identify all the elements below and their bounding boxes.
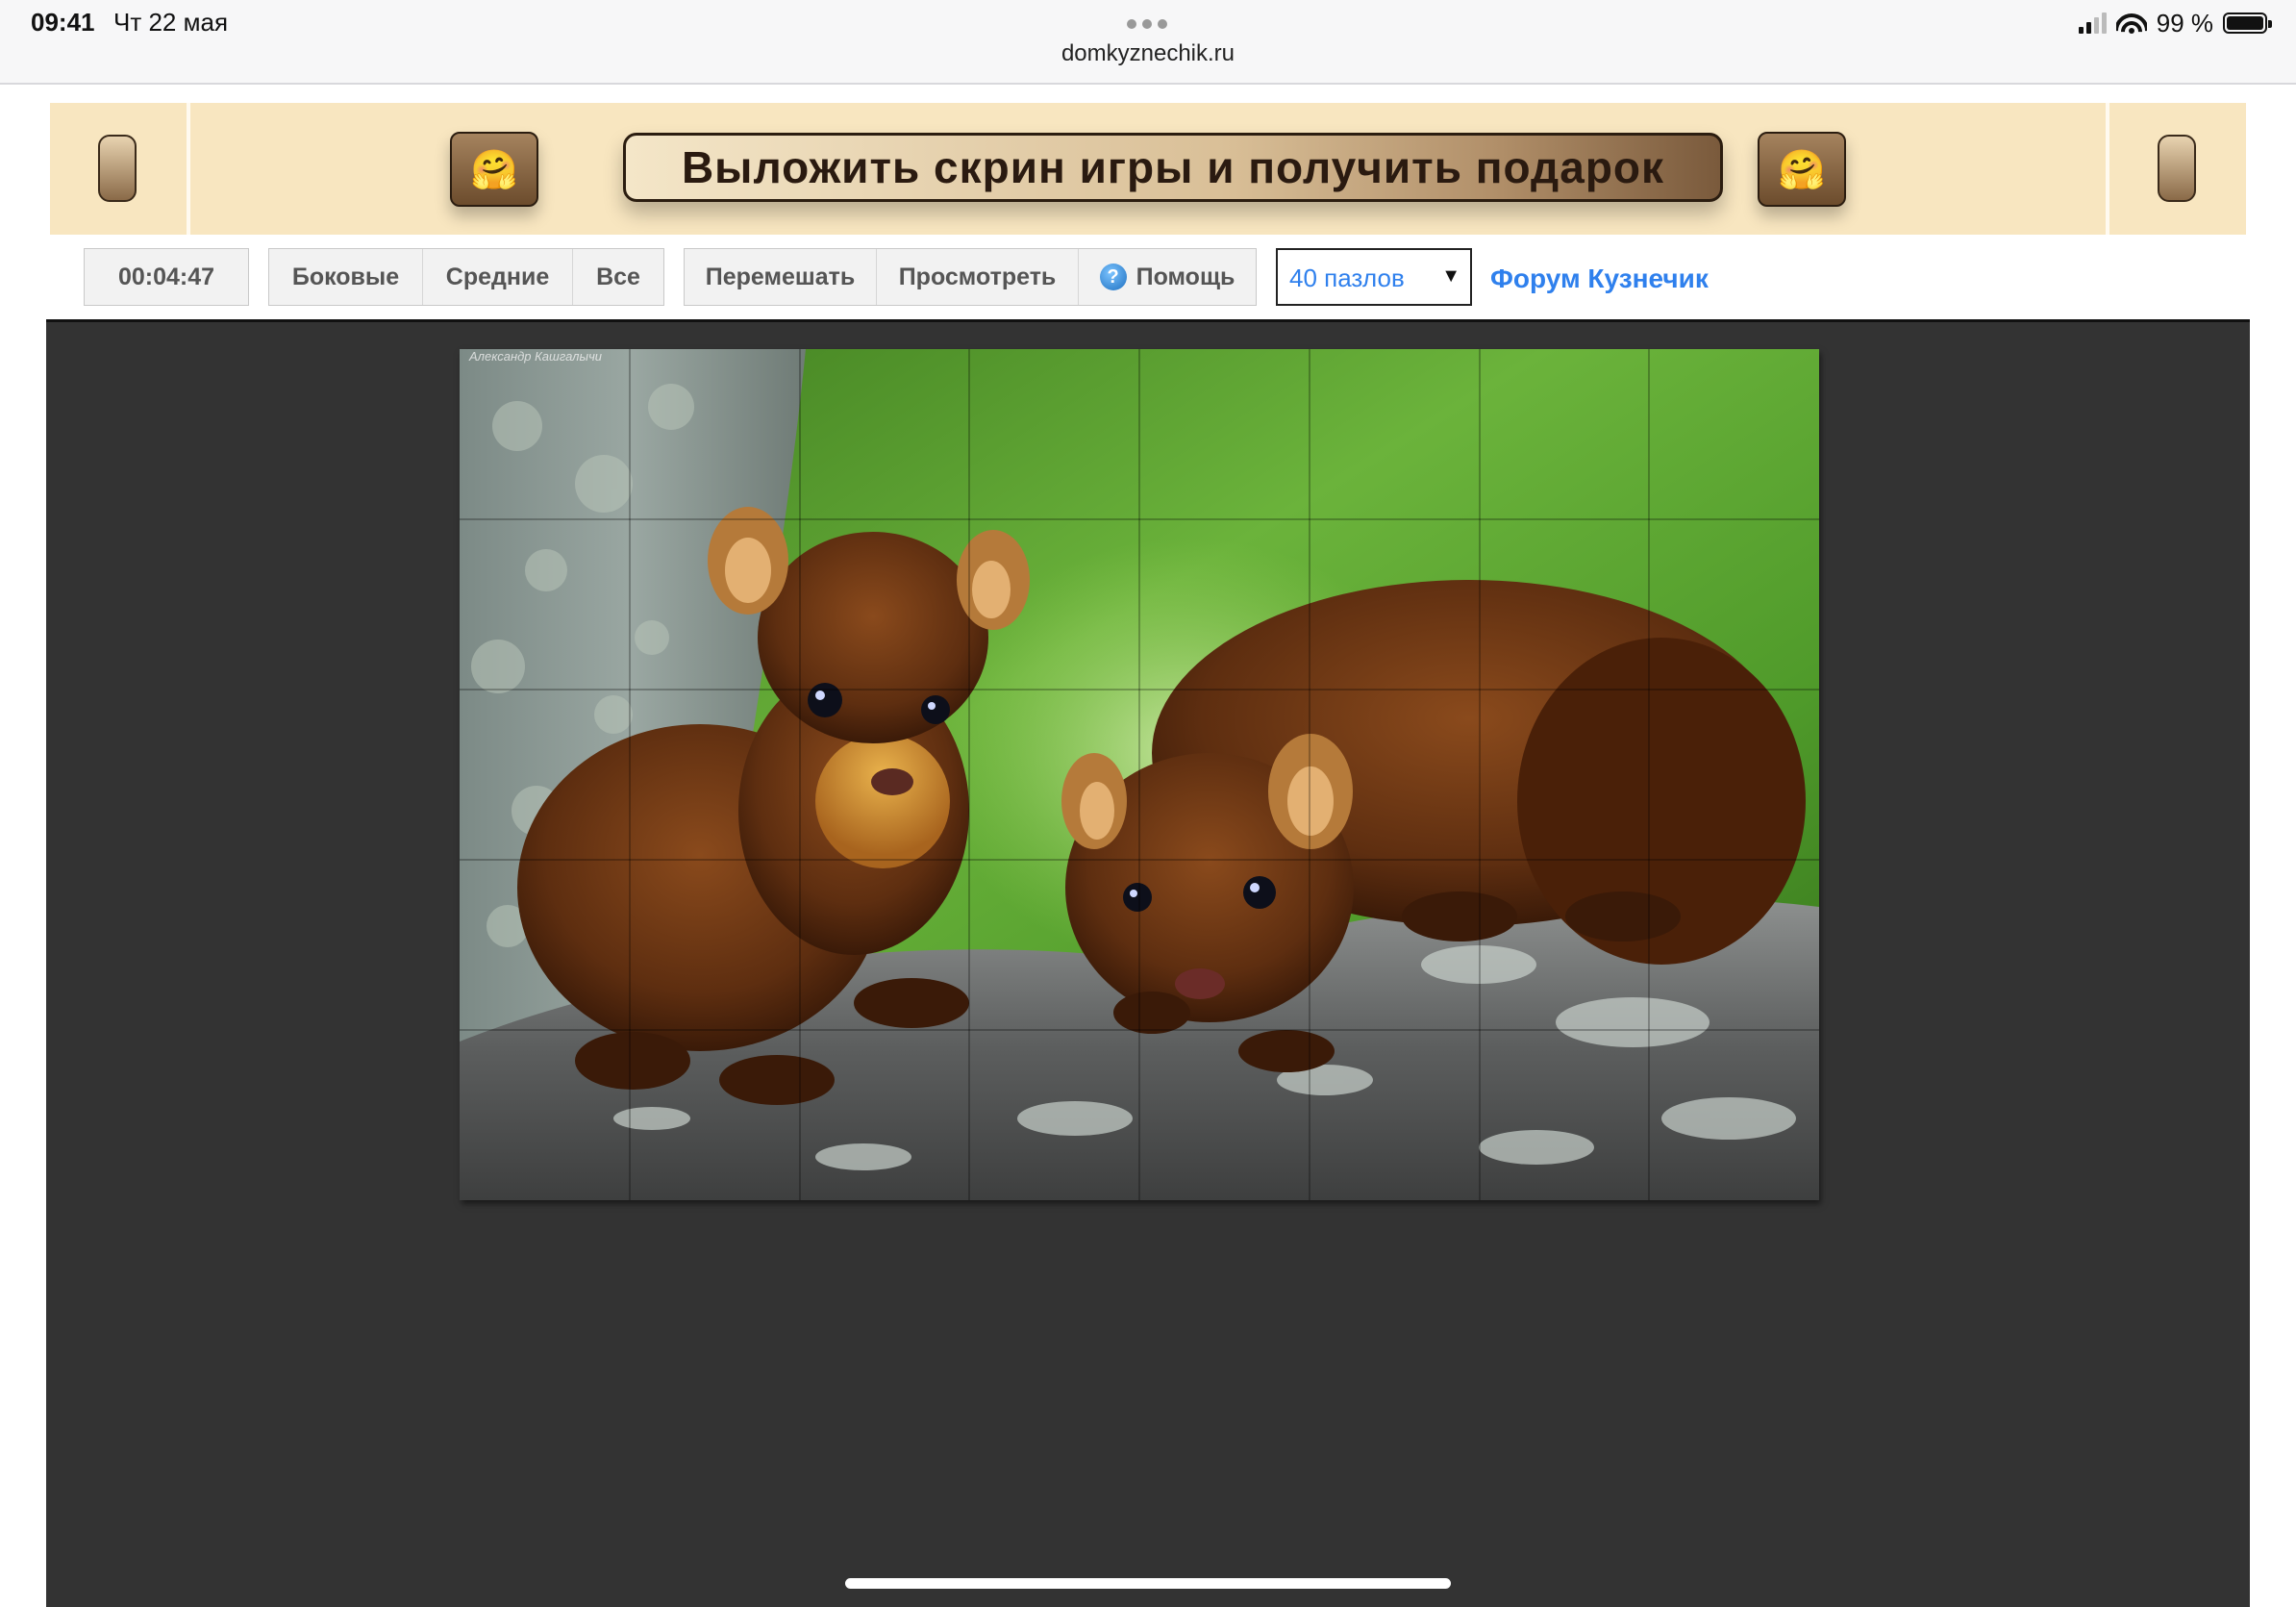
- status-date: Чт 22 мая: [113, 8, 229, 37]
- status-bar: 09:41 Чт 22 мая domkyznechik.ru 99 %: [0, 0, 2296, 85]
- banner-right-handle[interactable]: [2158, 135, 2196, 202]
- promo-banner: 🤗 Выложить скрин игры и получить подарок…: [50, 103, 2246, 235]
- dropdown-arrow-icon: ▼: [1441, 265, 1460, 287]
- share-screenshot-button[interactable]: Выложить скрин игры и получить подарок: [623, 133, 1723, 202]
- photo-signature: Александр Кашгалычи: [469, 349, 603, 364]
- timer: 00:04:47: [117, 263, 215, 290]
- filter-edges-button[interactable]: Боковые: [269, 249, 422, 305]
- signal-bar: [2093, 17, 2099, 34]
- signal-bar: [2101, 13, 2107, 34]
- puzzle-board[interactable]: Александр Кашгалычи: [46, 319, 2250, 1607]
- pieces-count-value: 40 пазлов: [1289, 264, 1405, 292]
- puzzle-image-assembled[interactable]: Александр Кашгалычи: [460, 349, 1819, 1200]
- help-button[interactable]: ? Помощь: [1078, 249, 1256, 305]
- piece-filter-group: Боковые Средние Все: [268, 248, 664, 306]
- battery-percent: 99 %: [2156, 8, 2213, 38]
- action-group: Перемешать Просмотреть ? Помощь: [684, 248, 1257, 306]
- battery-fill: [2227, 16, 2263, 30]
- hugging-face-emoji-button[interactable]: 🤗: [450, 132, 538, 207]
- filter-all-button[interactable]: Все: [572, 249, 663, 305]
- puzzle-toolbar: 00:04:47 Боковые Средние Все Перемешать …: [0, 248, 2296, 312]
- multitasking-dots-icon[interactable]: [1127, 19, 1169, 29]
- filter-middle-button[interactable]: Средние: [422, 249, 572, 305]
- banner-divider: [2106, 103, 2109, 235]
- timer-box: 00:04:47: [84, 248, 249, 306]
- signal-bar: [2085, 22, 2091, 34]
- hugging-face-emoji-button[interactable]: 🤗: [1758, 132, 1846, 207]
- help-icon: ?: [1099, 264, 1127, 290]
- wifi-icon: [2115, 12, 2147, 35]
- address-bar-url[interactable]: domkyznechik.ru: [0, 40, 2296, 67]
- banner-divider: [187, 103, 190, 235]
- battery-icon: [2223, 13, 2272, 34]
- puzzle-grid: [460, 349, 1819, 1200]
- help-label: Помощь: [1136, 263, 1235, 290]
- banner-left-handle[interactable]: [98, 135, 137, 202]
- cellular-signal-icon: [2078, 13, 2107, 34]
- status-indicators: 99 %: [2078, 8, 2272, 38]
- signal-bar: [2078, 27, 2084, 34]
- status-time: 09:41: [31, 8, 95, 37]
- home-indicator[interactable]: [845, 1578, 1451, 1589]
- shuffle-button[interactable]: Перемешать: [685, 249, 876, 305]
- pieces-count-select[interactable]: 40 пазлов ▼: [1276, 248, 1472, 306]
- preview-button[interactable]: Просмотреть: [876, 249, 1078, 305]
- forum-link[interactable]: Форум Кузнечик: [1490, 264, 1709, 294]
